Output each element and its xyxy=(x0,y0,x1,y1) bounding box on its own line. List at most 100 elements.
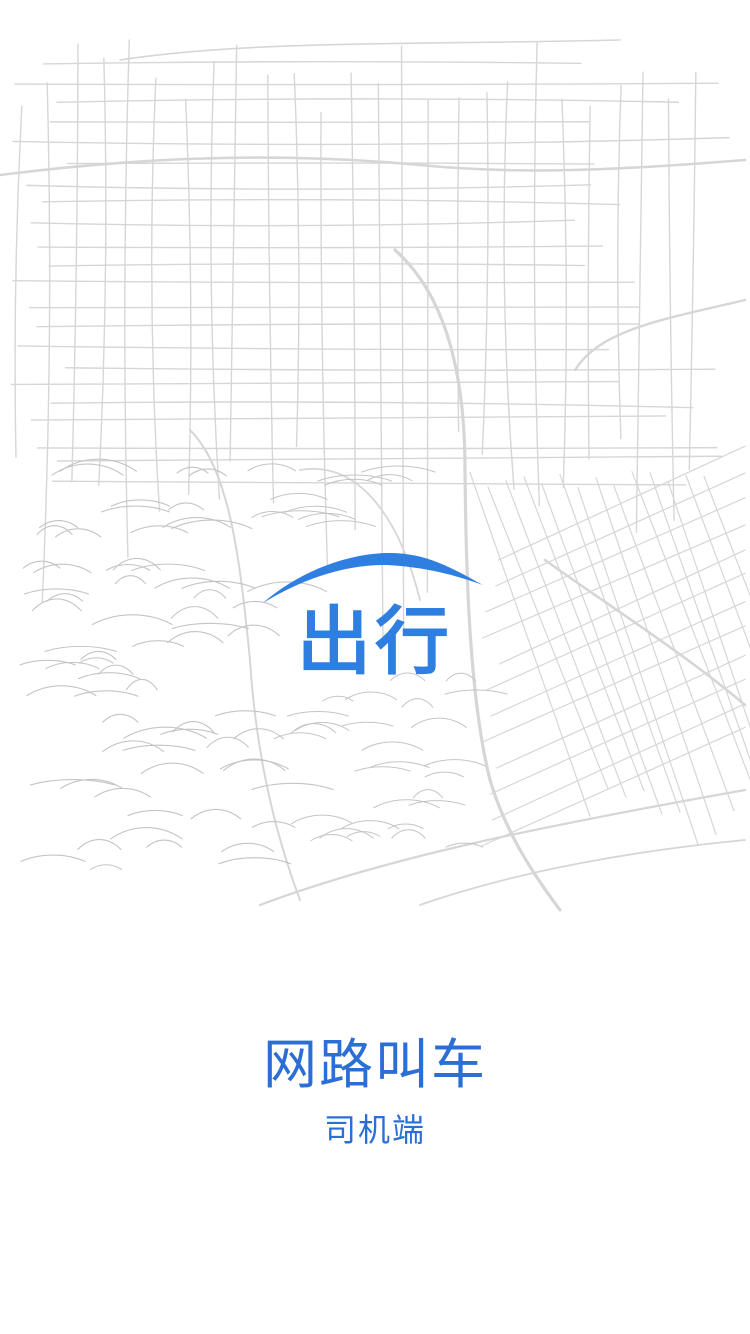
splash-screen: 出行 网路叫车 司机端 xyxy=(0,0,750,1334)
map-hill-contour xyxy=(78,657,114,664)
map-street xyxy=(617,84,622,440)
map-hill-contour xyxy=(251,782,334,791)
map-hill-contour xyxy=(290,814,354,825)
map-street xyxy=(595,477,717,836)
map-street xyxy=(426,99,429,593)
map-hill-contour xyxy=(190,808,242,820)
map-street xyxy=(229,44,238,462)
map-street xyxy=(210,60,221,500)
map-hill-contour xyxy=(171,519,253,530)
map-street xyxy=(487,486,609,790)
map-street xyxy=(631,471,750,781)
map-hill-contour xyxy=(77,839,122,851)
map-street xyxy=(523,476,645,792)
map-street xyxy=(64,367,716,371)
map-street xyxy=(36,323,640,328)
map-street xyxy=(481,625,746,743)
map-hill-contour xyxy=(146,839,183,848)
map-main-road xyxy=(119,39,621,61)
map-street xyxy=(481,726,746,847)
map-hill-contour xyxy=(154,577,230,589)
map-hill-contour xyxy=(410,717,467,728)
map-hill-contour xyxy=(127,809,183,817)
map-hill-contour xyxy=(170,606,219,619)
map-street xyxy=(66,162,595,165)
map-hill-contour xyxy=(361,465,436,473)
map-hill-contour xyxy=(172,720,215,733)
map-hill-contour xyxy=(221,842,275,853)
map-hill-contour xyxy=(33,563,92,574)
map-hill-contour xyxy=(20,854,86,862)
map-street xyxy=(49,121,590,124)
map-hill-contour xyxy=(251,821,296,828)
map-hill-contour xyxy=(391,829,426,839)
map-hill-contour xyxy=(140,762,204,774)
map-street xyxy=(26,184,592,190)
map-street xyxy=(541,484,663,815)
app-logo: 出行 xyxy=(255,545,495,695)
map-hill-contour xyxy=(171,622,249,630)
map-hill-contour xyxy=(24,588,90,595)
map-street xyxy=(533,42,541,507)
city-map-illustration xyxy=(0,39,750,912)
map-hill-contour xyxy=(310,833,353,842)
map-street xyxy=(490,601,746,717)
map-hill-contour xyxy=(408,800,466,806)
map-hill-contour xyxy=(162,517,231,528)
map-street xyxy=(635,71,644,533)
map-hill-contour xyxy=(110,826,183,840)
map-street xyxy=(17,345,610,351)
map-hill-contour xyxy=(401,698,434,708)
map-hill-contour xyxy=(322,695,354,702)
map-hill-contour xyxy=(130,525,189,534)
map-hill-contour xyxy=(223,758,286,771)
map-street xyxy=(36,446,718,450)
map-hill-contour xyxy=(387,823,424,830)
map-hill-contour xyxy=(91,614,173,626)
map-street xyxy=(28,306,640,309)
map-street xyxy=(495,654,746,769)
map-street xyxy=(37,245,604,249)
map-hill-contour xyxy=(168,502,205,511)
map-street xyxy=(267,74,275,504)
map-street xyxy=(30,219,576,227)
map-roads xyxy=(0,39,750,912)
map-hill-contour xyxy=(110,499,171,507)
map-street xyxy=(320,111,329,570)
map-main-road xyxy=(543,558,747,707)
map-hill-contour xyxy=(297,512,356,520)
app-subtitle: 司机端 xyxy=(323,1111,426,1149)
map-hill-contour xyxy=(354,766,411,772)
map-hill-contour xyxy=(214,710,276,717)
map-hill-contour xyxy=(55,528,102,538)
map-hill-contour xyxy=(412,789,444,799)
map-hill-contour xyxy=(193,589,227,599)
map-hill-contour xyxy=(176,466,209,474)
map-street xyxy=(56,98,680,103)
map-street xyxy=(14,105,23,458)
map-hill-contour xyxy=(44,645,117,652)
map-hill-contour xyxy=(294,721,350,731)
map-hill-contour xyxy=(31,598,82,612)
map-hill-contour xyxy=(160,728,219,735)
map-hill-contour xyxy=(77,672,141,680)
map-hill-contour xyxy=(114,575,146,585)
map-hill-contour xyxy=(51,463,124,476)
map-street xyxy=(482,524,746,639)
map-street xyxy=(481,92,489,455)
map-street xyxy=(14,82,719,86)
map-street xyxy=(497,445,746,561)
map-hill-contour xyxy=(26,685,97,697)
map-street xyxy=(30,415,667,421)
map-hill-contour xyxy=(102,740,165,753)
map-street xyxy=(293,73,300,448)
map-main-road xyxy=(419,839,746,906)
map-street xyxy=(50,401,694,409)
map-hill-contour xyxy=(247,463,296,472)
map-hill-contour xyxy=(219,759,289,770)
map-street xyxy=(350,72,356,531)
map-hill-contour xyxy=(270,492,328,500)
map-street xyxy=(124,39,131,558)
map-street xyxy=(71,43,79,483)
map-hill-contour xyxy=(80,650,117,661)
